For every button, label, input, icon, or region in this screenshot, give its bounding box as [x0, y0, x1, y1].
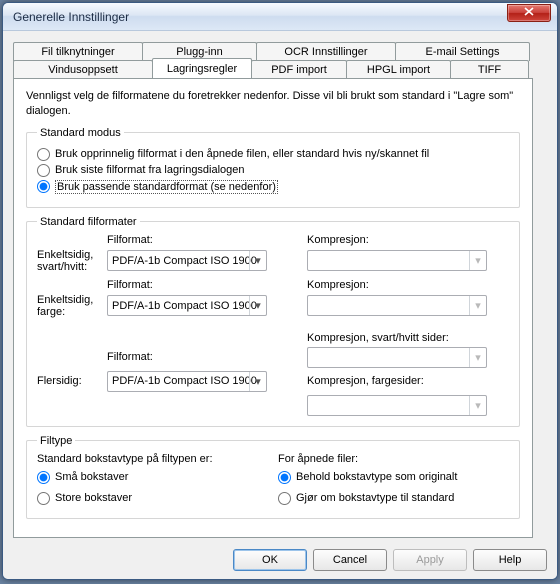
combo-multi-format[interactable]: PDF/A-1b Compact ISO 1900 ▾ — [107, 371, 267, 392]
group-standard-filformater: Standard filformater Filformat: Kompresj… — [26, 216, 520, 427]
label-filformat-bw: Filformat: — [107, 234, 267, 246]
titlebar: Generelle Innstillinger — [3, 3, 557, 31]
radio-sma[interactable] — [37, 471, 50, 484]
radio-behold-label: Behold bokstavtype som originalt — [296, 471, 457, 483]
label-row-bw: Enkeltsidig, svart/hvitt: — [37, 249, 107, 273]
label-row-color: Enkeltsidig, farge: — [37, 294, 107, 318]
combo-bw-format[interactable]: PDF/A-1b Compact ISO 1900 ▾ — [107, 250, 267, 271]
ok-button[interactable]: OK — [233, 549, 307, 571]
label-row-multi: Flersidig: — [37, 375, 107, 387]
combo-multi-comp-color[interactable]: ▾ — [307, 395, 487, 416]
label-right-heading: For åpnede filer: — [278, 453, 509, 465]
tab-lagringsregler[interactable]: Lagringsregler — [152, 58, 252, 79]
radio-passende-label: Bruk passende standardformat (se nedenfo… — [55, 180, 278, 194]
radio-passende[interactable] — [37, 180, 50, 193]
label-left-heading: Standard bokstavtype på filtypen er: — [37, 453, 268, 465]
label-filformat-color: Filformat: — [107, 279, 267, 291]
radio-opprinnelig-label: Bruk opprinnelig filformat i den åpnede … — [55, 148, 429, 160]
chevron-down-icon: ▾ — [469, 296, 486, 315]
combo-multi-comp-bw[interactable]: ▾ — [307, 347, 487, 368]
legend-filtype: Filtype — [37, 435, 75, 447]
radio-behold[interactable] — [278, 471, 291, 484]
tab-panel: Vennligst velg de filformatene du foretr… — [13, 78, 533, 538]
tab-hpgl-import[interactable]: HPGL import — [346, 60, 451, 79]
label-kompresjon-farge: Kompresjon, fargesider: — [307, 375, 487, 387]
radio-sma-label: Små bokstaver — [55, 471, 128, 483]
chevron-down-icon: ▾ — [469, 251, 486, 270]
combo-bw-comp[interactable]: ▾ — [307, 250, 487, 271]
apply-button: Apply — [393, 549, 467, 571]
legend-filformater: Standard filformater — [37, 216, 140, 228]
label-kompresjon-color: Kompresjon: — [307, 279, 487, 291]
close-icon — [524, 7, 534, 19]
tab-fil-tilknytninger[interactable]: Fil tilknytninger — [13, 42, 143, 61]
radio-siste-label: Bruk siste filformat fra lagringsdialoge… — [55, 164, 245, 176]
tab-pdf-import[interactable]: PDF import — [251, 60, 347, 79]
group-filtype: Filtype Standard bokstavtype på filtypen… — [26, 435, 520, 519]
radio-gjorom-label: Gjør om bokstavtype til standard — [296, 492, 454, 504]
content-area: Fil tilknytninger Plugg-inn OCR Innstill… — [3, 31, 557, 579]
radio-store[interactable] — [37, 492, 50, 505]
dialog-window: Generelle Innstillinger Fil tilknytninge… — [2, 2, 558, 580]
legend-standard-modus: Standard modus — [37, 127, 124, 139]
tab-email-settings[interactable]: E-mail Settings — [395, 42, 530, 61]
radio-store-label: Store bokstaver — [55, 492, 132, 504]
radio-opprinnelig[interactable] — [37, 148, 50, 161]
chevron-down-icon: ▾ — [249, 296, 266, 315]
dialog-buttons: OK Cancel Apply Help — [233, 549, 547, 571]
group-standard-modus: Standard modus Bruk opprinnelig filforma… — [26, 127, 520, 208]
radio-gjorom[interactable] — [278, 492, 291, 505]
chevron-down-icon: ▾ — [249, 372, 266, 391]
tab-vindusoppsett[interactable]: Vindusoppsett — [13, 60, 153, 79]
label-kompresjon-bw: Kompresjon: — [307, 234, 487, 246]
close-button[interactable] — [507, 4, 551, 22]
chevron-down-icon: ▾ — [249, 251, 266, 270]
cancel-button[interactable]: Cancel — [313, 549, 387, 571]
tab-ocr-innstillinger[interactable]: OCR Innstillinger — [256, 42, 396, 61]
label-filformat-multi: Filformat: — [107, 351, 267, 363]
label-kompresjon-sh: Kompresjon, svart/hvitt sider: — [307, 332, 487, 344]
combo-color-comp[interactable]: ▾ — [307, 295, 487, 316]
chevron-down-icon: ▾ — [469, 396, 486, 415]
tab-tiff[interactable]: TIFF — [450, 60, 529, 79]
radio-siste[interactable] — [37, 164, 50, 177]
combo-color-format[interactable]: PDF/A-1b Compact ISO 1900 ▾ — [107, 295, 267, 316]
window-title: Generelle Innstillinger — [13, 10, 129, 24]
tabs: Fil tilknytninger Plugg-inn OCR Innstill… — [13, 41, 547, 539]
chevron-down-icon: ▾ — [469, 348, 486, 367]
intro-text: Vennligst velg de filformatene du foretr… — [26, 89, 520, 119]
help-button[interactable]: Help — [473, 549, 547, 571]
